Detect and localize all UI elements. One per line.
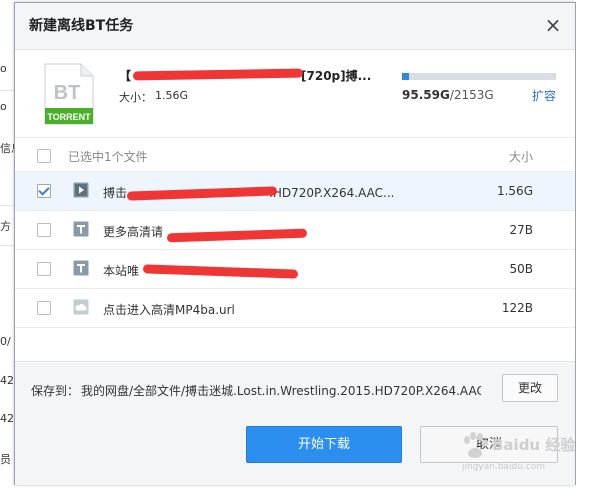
text-file-icon	[73, 221, 89, 237]
torrent-icon-text: BT	[54, 82, 81, 104]
bg-fragment: 员	[0, 453, 11, 466]
bg-fragment: 方	[0, 220, 11, 233]
space-total: /2153G	[449, 88, 494, 102]
expand-capacity-link[interactable]: 扩容	[532, 87, 556, 104]
file-checkbox[interactable]	[37, 262, 51, 276]
bg-divider	[0, 245, 14, 246]
start-download-button[interactable]: 开始下载	[246, 426, 402, 463]
file-list-header: 已选中1个文件 大小	[15, 137, 575, 172]
bg-divider	[0, 90, 14, 91]
file-checkbox[interactable]	[37, 301, 51, 315]
size-column-header: 大小	[509, 150, 534, 164]
save-to-label: 保存到：	[31, 384, 80, 398]
select-all-checkbox[interactable]	[37, 149, 51, 163]
bg-fragment: o	[0, 100, 7, 113]
cloud-space-usage: 95.59G/2153G	[402, 88, 494, 102]
dialog-header: 新建离线BT任务 ×	[15, 3, 575, 50]
file-name: 本站唯	[103, 264, 140, 278]
background-right-gap	[576, 0, 595, 488]
bg-fragment: 42	[0, 374, 14, 387]
paw-logo-icon	[464, 432, 488, 458]
new-bt-task-dialog: 新建离线BT任务 × BT TORRENT 【 [720p]搏... 大小： 1.…	[14, 2, 576, 485]
file-row[interactable]: 本站唯 50B	[15, 249, 575, 288]
torrent-icon-label: TORRENT	[47, 112, 91, 122]
file-checkbox[interactable]	[37, 184, 51, 198]
bg-divider	[0, 205, 14, 206]
change-path-button[interactable]: 更改	[502, 374, 558, 402]
task-name-suffix: [720p]搏...	[301, 69, 372, 83]
save-path: 我的网盘/全部文件/搏击迷城.Lost.in.Wrestling.2015.HD…	[81, 384, 481, 398]
watermark-url: jingyan.baidu.com	[462, 462, 546, 472]
torrent-file-icon: BT TORRENT	[44, 63, 94, 125]
close-icon[interactable]: ×	[543, 15, 563, 35]
file-row[interactable]: 搏击 .HD720P.X264.AAC... 1.56G	[15, 171, 575, 210]
baidu-watermark: Baidu 经验 jingyan.baidu.com	[456, 432, 575, 476]
task-size-value: 1.56G	[155, 89, 189, 102]
space-used: 95.59G	[402, 88, 450, 102]
file-name-suffix: .HD720P.X264.AAC...	[269, 186, 395, 200]
watermark-text: Baidu 经验	[492, 436, 576, 454]
cloud-link-icon	[73, 299, 89, 315]
file-name: 点击进入高清MP4ba.url	[103, 303, 235, 317]
file-size: 50B	[509, 262, 533, 276]
text-file-icon	[73, 260, 89, 276]
file-size: 27B	[509, 223, 533, 237]
task-size-label: 大小：	[119, 91, 152, 104]
bg-fragment: 0/	[0, 335, 11, 348]
file-name-prefix: 搏击	[103, 186, 128, 200]
task-name-prefix: 【	[119, 69, 132, 83]
bg-fragment: o	[0, 62, 7, 75]
video-file-icon	[73, 182, 89, 198]
file-row[interactable]: 更多高清请 27B	[15, 210, 575, 249]
file-row[interactable]: 点击进入高清MP4ba.url 122B	[15, 288, 575, 328]
file-name: 更多高清请	[103, 225, 164, 239]
file-size: 1.56G	[496, 184, 533, 198]
file-checkbox[interactable]	[37, 223, 51, 237]
selected-count-label: 已选中1个文件	[68, 150, 148, 164]
redaction-mark	[142, 264, 299, 279]
cloud-space-fill	[402, 73, 409, 80]
dialog-title: 新建离线BT任务	[29, 18, 134, 34]
cloud-space-progress	[402, 73, 556, 80]
file-size: 122B	[501, 301, 533, 315]
bg-fragment: 42	[0, 412, 14, 425]
redaction-mark	[166, 228, 308, 243]
